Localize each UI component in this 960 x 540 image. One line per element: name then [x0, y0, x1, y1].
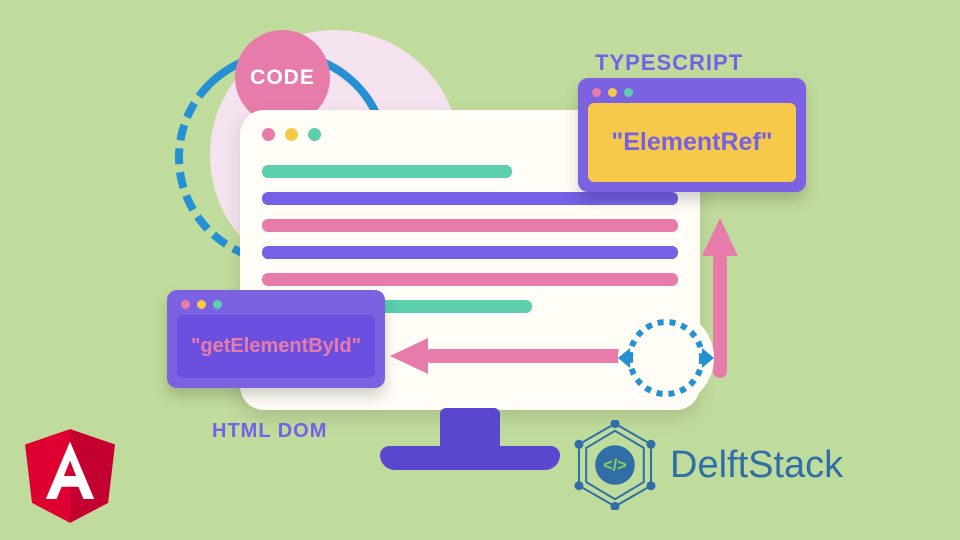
code-bar	[262, 219, 678, 232]
dot-icon	[608, 88, 617, 97]
code-badge-label: CODE	[250, 66, 315, 90]
dot-icon	[181, 300, 190, 309]
dot-icon	[262, 128, 275, 141]
code-bar	[262, 192, 678, 205]
monitor-foot	[380, 446, 560, 470]
code-bar	[262, 165, 512, 178]
arrow-left-icon	[390, 338, 640, 372]
delftstack-text: DelftStack	[670, 444, 843, 487]
htmldom-label: HTML DOM	[212, 420, 327, 443]
sync-circle	[618, 310, 714, 406]
htmldom-window: "getElementById"	[167, 290, 385, 388]
diagram-stage: CODE TYPESCRIPT "ElementRef"	[0, 0, 960, 540]
code-bar	[262, 246, 678, 259]
typescript-window: "ElementRef"	[578, 78, 806, 192]
dot-icon	[592, 88, 601, 97]
window-dots	[262, 128, 321, 141]
dot-icon	[213, 300, 222, 309]
htmldom-window-text: "getElementById"	[177, 315, 375, 378]
code-bar	[262, 273, 678, 286]
dot-icon	[624, 88, 633, 97]
window-dots	[578, 88, 806, 103]
angular-logo-icon	[22, 425, 118, 527]
typescript-window-text: "ElementRef"	[588, 103, 796, 182]
dot-icon	[285, 128, 298, 141]
dot-icon	[308, 128, 321, 141]
delftstack-mark-icon: </>	[570, 420, 660, 510]
window-dots	[167, 300, 385, 315]
delftstack-logo: </> DelftStack	[570, 420, 843, 510]
dot-icon	[197, 300, 206, 309]
svg-text:</>: </>	[603, 456, 626, 474]
typescript-label: TYPESCRIPT	[595, 50, 743, 76]
sync-arrows-icon	[610, 302, 722, 414]
